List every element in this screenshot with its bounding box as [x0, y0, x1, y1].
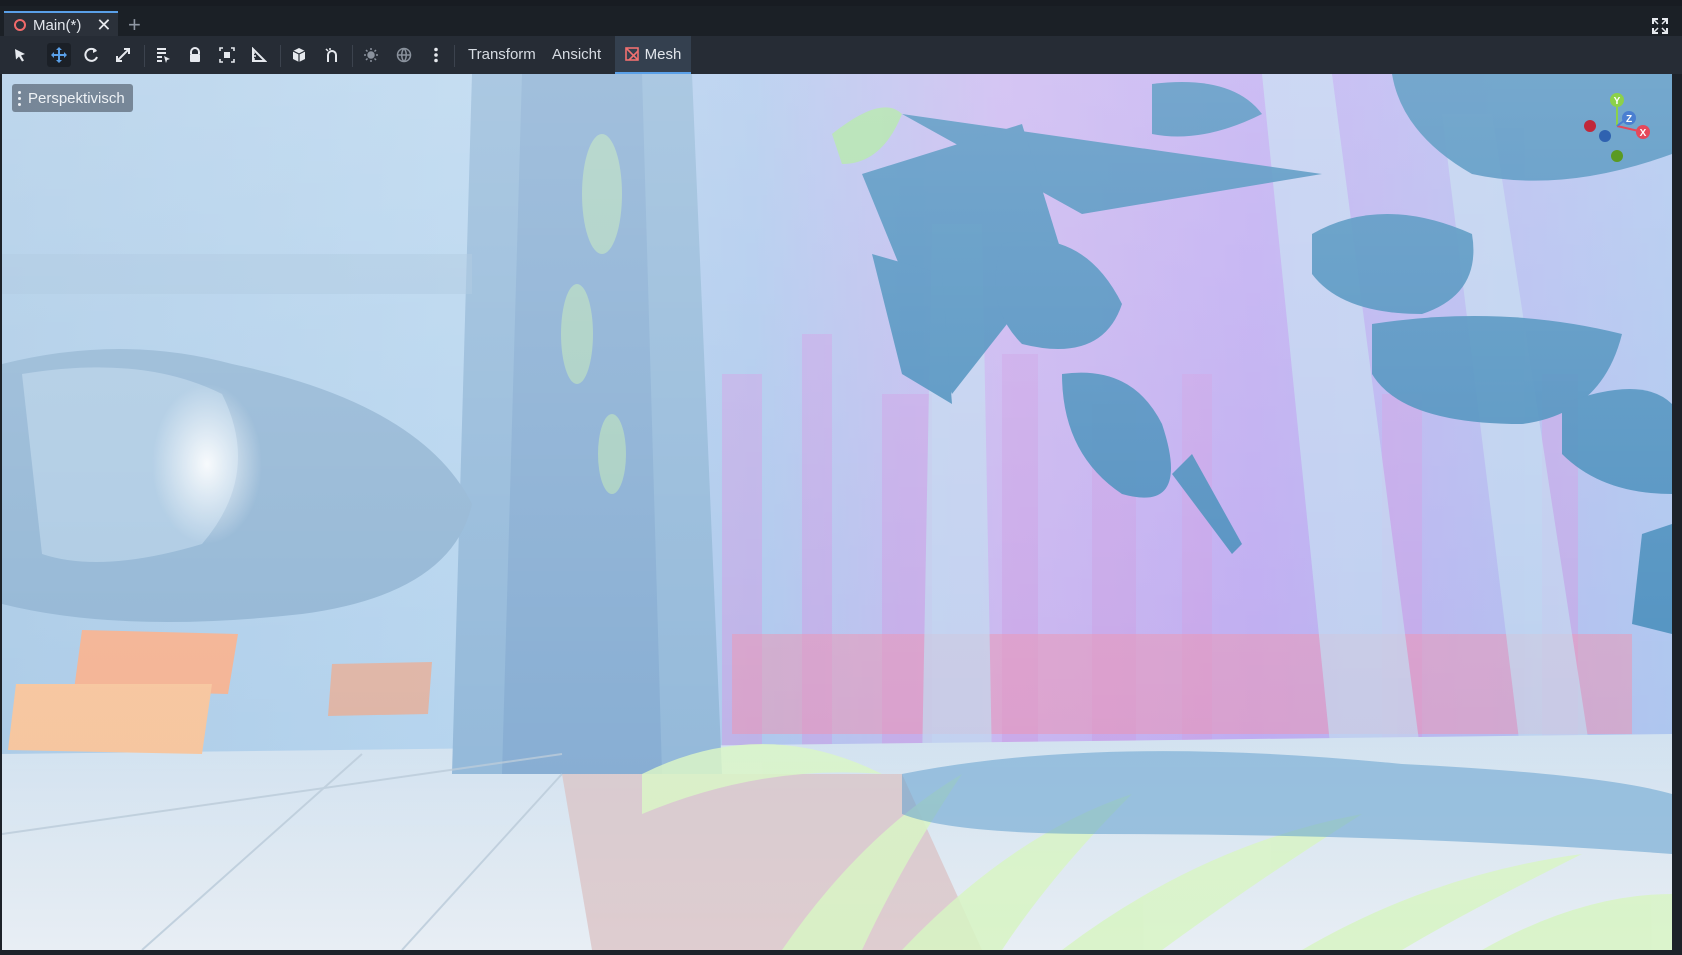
toolbar-separator: [144, 45, 145, 67]
snap-toggle[interactable]: [320, 43, 344, 67]
sun-preview-toggle[interactable]: [359, 43, 383, 67]
viewport-toolbar: Transform Ansicht Mesh: [0, 36, 1682, 74]
group-tool-button[interactable]: [215, 43, 239, 67]
view-menu[interactable]: Ansicht: [550, 43, 603, 67]
local-space-toggle[interactable]: [287, 43, 311, 67]
list-select-tool-button[interactable]: [151, 43, 175, 67]
globe-icon: [396, 47, 412, 63]
lock-icon: [190, 47, 200, 62]
gizmo-neg-z-handle[interactable]: [1599, 130, 1611, 142]
gizmo-z-label: Z: [1626, 114, 1632, 125]
move-tool-button[interactable]: [47, 43, 71, 67]
camera-mode-label: Perspektivisch: [28, 89, 125, 107]
toolbar-separator: [280, 45, 281, 67]
scene-render: [2, 74, 1672, 950]
select-tool-button[interactable]: [8, 43, 32, 67]
lock-tool-button[interactable]: [183, 43, 207, 67]
3d-viewport[interactable]: Perspektivisch Y X Z: [2, 74, 1672, 950]
kebab-icon: [434, 47, 438, 63]
viewport-frame-right: [1672, 74, 1682, 955]
kebab-icon: [18, 90, 21, 106]
environment-preview-toggle[interactable]: [392, 43, 416, 67]
ruler-tool-button[interactable]: [247, 43, 271, 67]
arrow-cursor-icon: [15, 49, 25, 62]
toolbar-separator: [352, 45, 353, 67]
tab-label: Main(*): [33, 16, 82, 34]
sun-icon: [364, 48, 378, 62]
unsaved-indicator-icon: [14, 19, 26, 31]
mesh-icon: [624, 47, 639, 61]
camera-mode-button[interactable]: Perspektivisch: [12, 84, 133, 112]
scene-tab-bar: Main(*) ✕ +: [0, 0, 1682, 37]
magnet-icon: [325, 48, 337, 62]
mesh-menu-label: Mesh: [644, 45, 682, 63]
scale-icon: [116, 48, 130, 62]
gizmo-x-label: X: [1640, 128, 1647, 139]
viewport-frame-bottom: [0, 950, 1682, 955]
gizmo-y-label: Y: [1614, 96, 1621, 107]
orientation-gizmo[interactable]: Y X Z: [1577, 86, 1657, 166]
toolbar-separator: [454, 45, 455, 67]
gizmo-neg-y-handle[interactable]: [1611, 150, 1623, 162]
rotate-icon: [84, 47, 98, 62]
list-select-icon: [157, 48, 170, 63]
tab-main[interactable]: Main(*) ✕: [4, 11, 118, 37]
ruler-icon: [252, 47, 267, 62]
mesh-menu[interactable]: Mesh: [615, 36, 691, 74]
more-options-button[interactable]: [424, 43, 448, 67]
gizmo-neg-x-handle[interactable]: [1584, 120, 1596, 132]
scale-tool-button[interactable]: [111, 43, 135, 67]
rotate-tool-button[interactable]: [80, 43, 104, 67]
plus-icon[interactable]: +: [128, 14, 141, 36]
transform-menu[interactable]: Transform: [466, 43, 538, 67]
close-icon[interactable]: ✕: [96, 16, 111, 34]
move-arrows-icon: [51, 47, 67, 63]
cube-icon: [292, 48, 306, 62]
expand-icon[interactable]: [1652, 18, 1668, 34]
group-icon: [219, 47, 235, 63]
